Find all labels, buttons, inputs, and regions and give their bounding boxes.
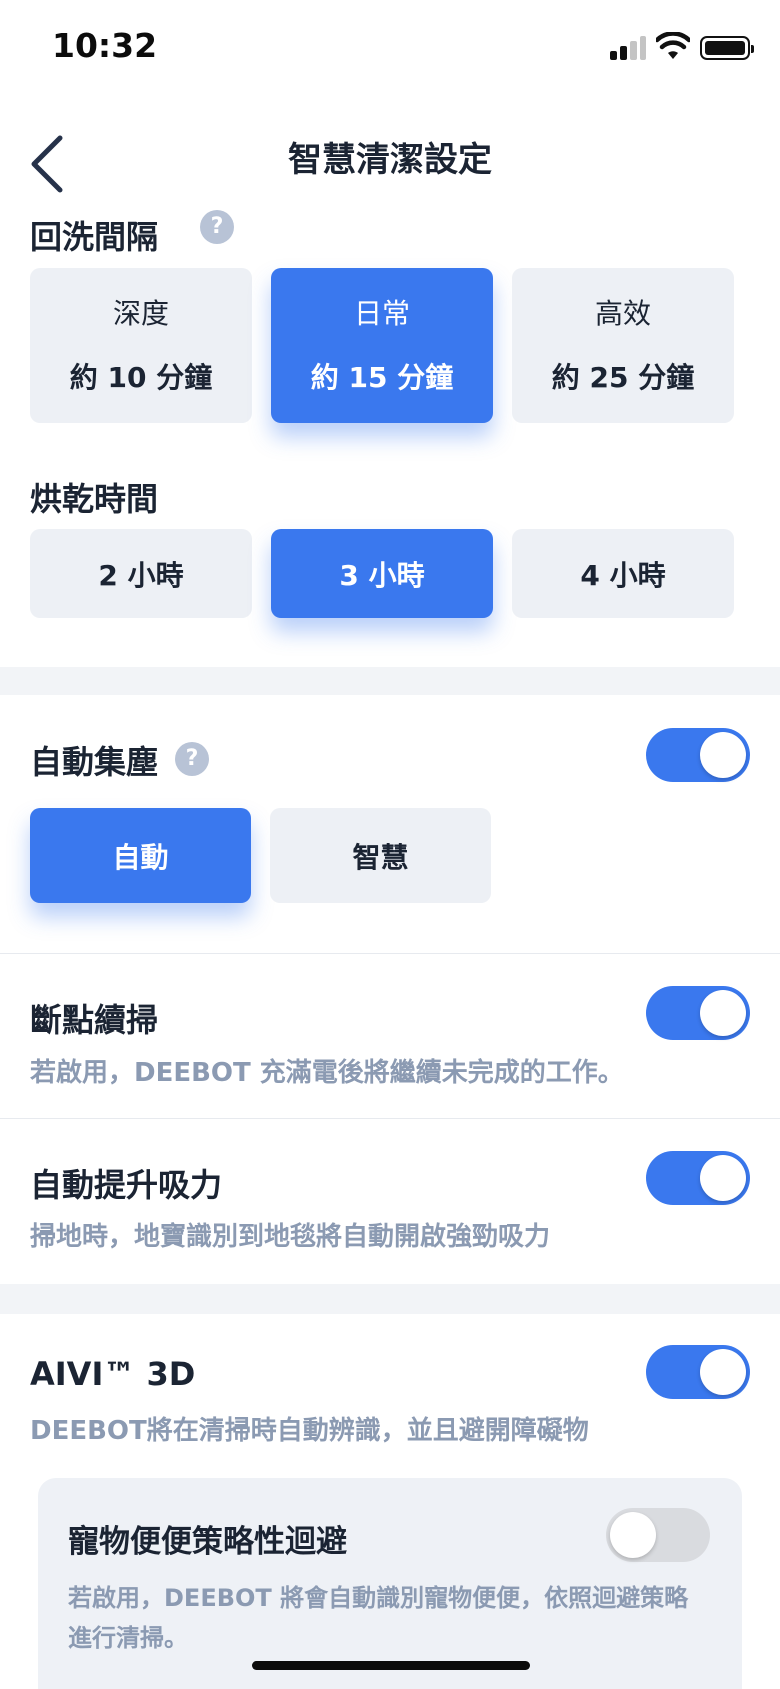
wash-option-title: 日常	[353, 297, 410, 330]
auto-empty-option-label: 智慧	[352, 840, 409, 874]
wash-option-efficient[interactable]: 高效 約 25 分鐘	[512, 268, 734, 423]
auto-empty-option-auto[interactable]: 自動	[30, 808, 251, 903]
wash-option-deep[interactable]: 深度 約 10 分鐘	[30, 268, 252, 423]
toggle-knob	[610, 1512, 656, 1558]
auto-boost-description: 掃地時，地寶識別到地毯將自動開啟強勁吸力	[30, 1222, 551, 1252]
wash-option-daily[interactable]: 日常 約 15 分鐘	[271, 268, 493, 423]
wash-option-title: 深度	[112, 297, 169, 330]
drying-option-label: 2 小時	[98, 558, 184, 592]
resume-cleaning-label: 斷點續掃	[30, 1001, 159, 1039]
wash-interval-help-icon[interactable]: ?	[200, 210, 234, 244]
pet-poop-label: 寵物便便策略性迴避	[68, 1524, 347, 1560]
drying-option-3h[interactable]: 3 小時	[271, 529, 493, 618]
battery-icon	[700, 36, 754, 60]
status-bar: 10:32	[0, 0, 780, 96]
wash-interval-label: 回洗間隔	[30, 218, 159, 256]
toggle-knob	[700, 990, 746, 1036]
section-separator	[0, 1284, 780, 1314]
aivi-toggle[interactable]	[646, 1345, 750, 1399]
section-separator	[0, 667, 780, 695]
home-indicator[interactable]	[252, 1661, 530, 1670]
wash-option-subtitle: 約 10 分鐘	[69, 361, 213, 394]
toggle-knob	[700, 1155, 746, 1201]
auto-empty-toggle[interactable]	[646, 728, 750, 782]
pet-poop-toggle[interactable]	[606, 1508, 710, 1562]
status-time: 10:32	[52, 26, 158, 65]
drying-time-label: 烘乾時間	[30, 480, 159, 518]
auto-empty-option-label: 自動	[112, 840, 169, 874]
wash-option-title: 高效	[594, 297, 651, 330]
drying-option-2h[interactable]: 2 小時	[30, 529, 252, 618]
wash-option-subtitle: 約 25 分鐘	[551, 361, 695, 394]
pet-poop-avoidance-card: 寵物便便策略性迴避 若啟用，DEEBOT 將會自動識別寵物便便，依照迴避策略進行…	[38, 1478, 742, 1689]
toggle-knob	[700, 1349, 746, 1395]
drying-option-4h[interactable]: 4 小時	[512, 529, 734, 618]
wifi-icon	[656, 32, 690, 59]
auto-empty-option-smart[interactable]: 智慧	[270, 808, 491, 903]
page-title: 智慧清潔設定	[288, 140, 492, 180]
auto-boost-label: 自動提升吸力	[30, 1166, 223, 1204]
toggle-knob	[700, 732, 746, 778]
wash-option-subtitle: 約 15 分鐘	[310, 361, 454, 394]
pet-poop-description: 若啟用，DEEBOT 將會自動識別寵物便便，依照迴避策略進行清掃。	[68, 1584, 689, 1652]
aivi-description: DEEBOT將在清掃時自動辨識，並且避開障礙物	[30, 1416, 589, 1446]
drying-option-label: 3 小時	[339, 558, 425, 592]
drying-option-label: 4 小時	[580, 558, 666, 592]
cellular-signal-icon	[610, 36, 646, 60]
auto-empty-label: 自動集塵	[30, 743, 159, 781]
resume-cleaning-toggle[interactable]	[646, 986, 750, 1040]
aivi-label: AIVI™ 3D	[30, 1355, 196, 1393]
divider	[0, 953, 780, 954]
divider	[0, 1118, 780, 1119]
auto-empty-help-icon[interactable]: ?	[175, 742, 209, 776]
resume-cleaning-description: 若啟用，DEEBOT 充滿電後將繼續未完成的工作。	[30, 1058, 624, 1088]
auto-boost-toggle[interactable]	[646, 1151, 750, 1205]
